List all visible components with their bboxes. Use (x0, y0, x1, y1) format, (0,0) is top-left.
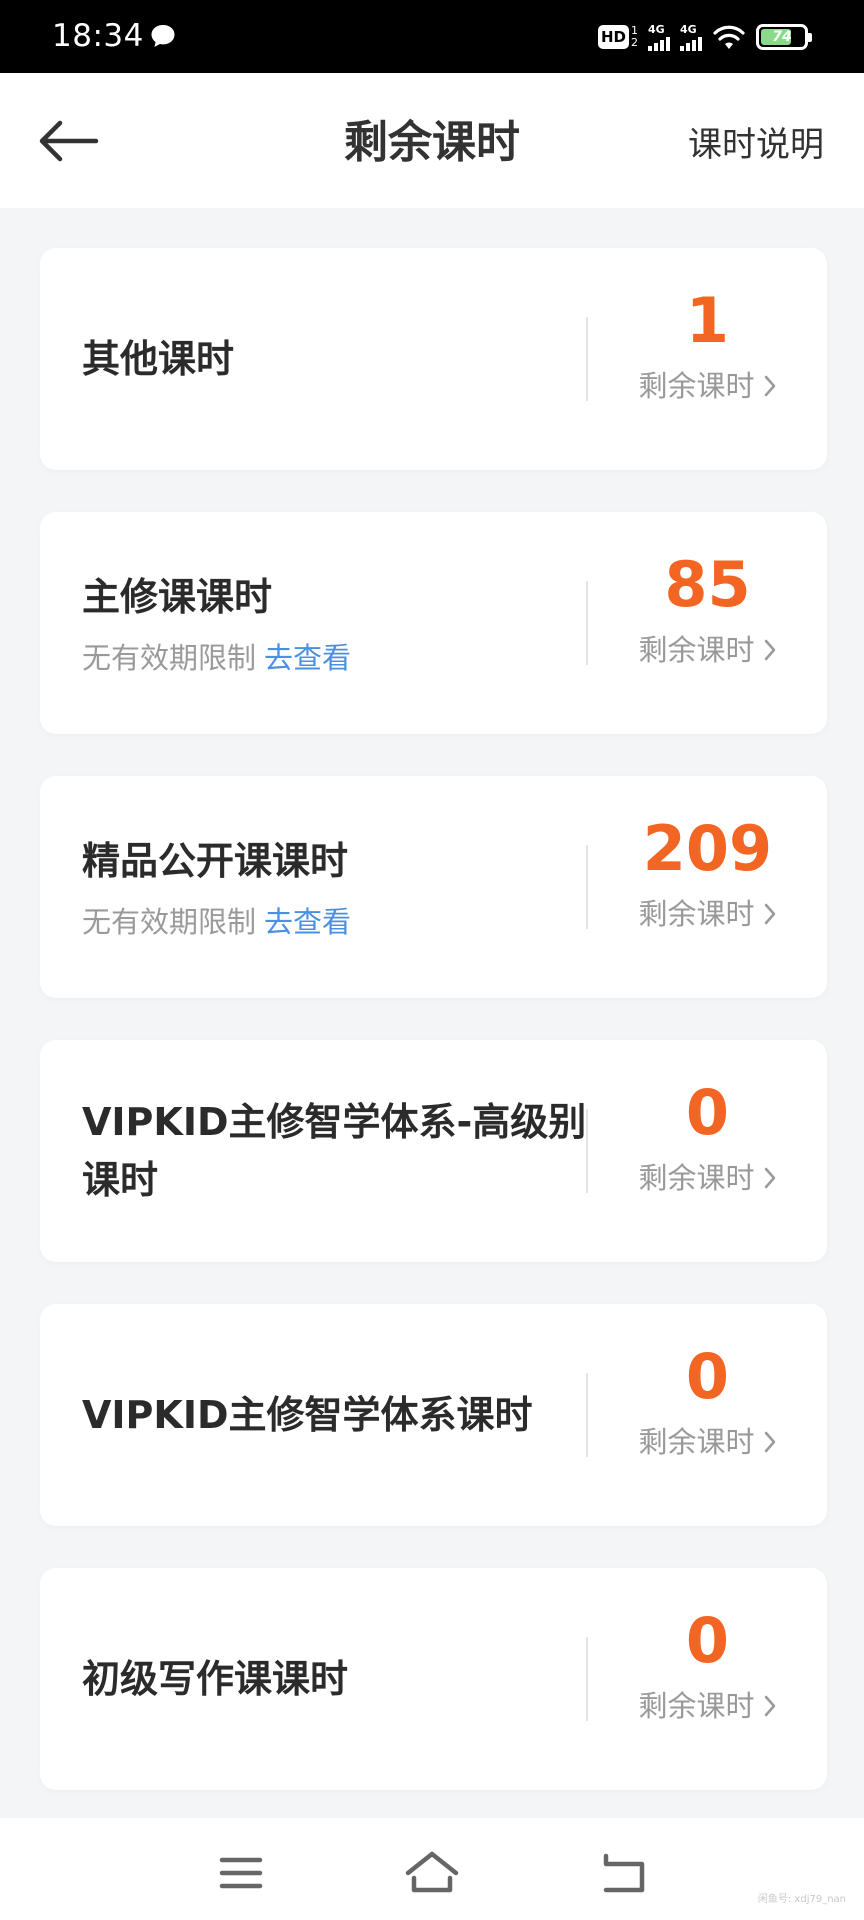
remaining-count: 0 (685, 1076, 730, 1149)
chevron-right-icon (764, 375, 775, 397)
card-info: VIPKID主修智学体系-高级别课时 (82, 1040, 622, 1262)
battery-tip (808, 33, 812, 42)
validity-text: 无有效期限制 (82, 905, 257, 939)
chevron-right-icon (764, 1431, 775, 1453)
recent-apps-button[interactable] (210, 1848, 270, 1898)
card-public-class-hours[interactable]: 精品公开课课时 无有效期限制 去查看 209 剩余课时 (40, 776, 827, 998)
remaining-label-link[interactable]: 剩余课时 (638, 1158, 776, 1198)
hd-label: HD (597, 25, 629, 49)
remaining-label-link[interactable]: 剩余课时 (638, 630, 776, 670)
remaining-label-link[interactable]: 剩余课时 (638, 1422, 776, 1462)
chevron-right-icon (764, 1695, 775, 1717)
card-title: 初级写作课课时 (82, 1657, 349, 1701)
card-title: 精品公开课课时 (82, 839, 349, 883)
remaining-label-link[interactable]: 剩余课时 (638, 894, 776, 934)
card-validity: 无有效期限制 去查看 (82, 638, 622, 678)
page-header: 剩余课时 课时说明 (0, 73, 864, 208)
card-count-block[interactable]: 1 剩余课时 (588, 288, 827, 406)
view-link[interactable]: 去查看 (264, 641, 351, 675)
validity-text: 无有效期限制 (82, 641, 257, 675)
chevron-right-icon (764, 903, 775, 925)
card-info: 主修课课时 无有效期限制 去查看 (82, 512, 622, 734)
hd-bottom: 2 (631, 36, 638, 49)
card-title: VIPKID主修智学体系-高级别课时 (82, 1100, 587, 1202)
status-time: 18:34 (52, 18, 144, 54)
card-info: 其他课时 (82, 248, 622, 470)
lesson-hours-help-link[interactable]: 课时说明 (688, 123, 824, 167)
card-main-course-hours[interactable]: 主修课课时 无有效期限制 去查看 85 剩余课时 (40, 512, 827, 734)
status-icons: HD 1 2 4G 4G 74 (597, 20, 812, 54)
battery-level: 74 (772, 29, 792, 45)
remaining-label: 剩余课时 (638, 633, 755, 667)
remaining-label: 剩余课时 (638, 897, 755, 931)
status-bar: 18:34 HD 1 2 4G 4G 74 (0, 0, 864, 73)
remaining-label: 剩余课时 (638, 1425, 755, 1459)
card-other-hours[interactable]: 其他课时 1 剩余课时 (40, 248, 827, 470)
remaining-label: 剩余课时 (638, 1161, 755, 1195)
card-count-block[interactable]: 85 剩余课时 (588, 552, 827, 670)
remaining-label-link[interactable]: 剩余课时 (638, 1686, 776, 1726)
signal-4g-icon-1: 4G (648, 24, 670, 51)
battery-icon: 74 (756, 24, 812, 50)
chevron-right-icon (764, 639, 775, 661)
card-info: 精品公开课课时 无有效期限制 去查看 (82, 776, 622, 998)
card-info: 初级写作课课时 (82, 1568, 622, 1790)
chevron-right-icon (764, 1167, 775, 1189)
card-advanced-system-hours[interactable]: VIPKID主修智学体系-高级别课时 0 剩余课时 (40, 1040, 827, 1262)
remaining-count: 85 (664, 548, 751, 621)
card-count-block[interactable]: 0 剩余课时 (588, 1344, 827, 1462)
remaining-count: 0 (685, 1340, 730, 1413)
remaining-label: 剩余课时 (638, 1689, 755, 1723)
system-nav-bar: 闲鱼号: xdj79_nan (0, 1818, 864, 1920)
card-validity: 无有效期限制 去查看 (82, 902, 622, 942)
back-nav-button[interactable] (594, 1848, 654, 1898)
home-button[interactable] (402, 1848, 462, 1898)
card-title: 其他课时 (82, 337, 235, 381)
card-writing-hours[interactable]: 初级写作课课时 0 剩余课时 (40, 1568, 827, 1790)
back-nav-icon (603, 1853, 645, 1893)
card-title: 主修课课时 (82, 575, 273, 619)
card-count-block[interactable]: 0 剩余课时 (588, 1080, 827, 1198)
remaining-count: 0 (685, 1604, 730, 1677)
card-info: VIPKID主修智学体系课时 (82, 1304, 622, 1526)
watermark: 闲鱼号: xdj79_nan (757, 1894, 846, 1905)
remaining-count: 209 (642, 812, 773, 885)
remaining-count: 1 (685, 284, 730, 357)
hd-sim-indicator: 1 2 (631, 25, 638, 49)
home-icon (405, 1851, 459, 1893)
remaining-label: 剩余课时 (638, 369, 755, 403)
signal-4g-icon-2: 4G (680, 24, 702, 51)
hd-voice-icon: HD 1 2 (597, 25, 638, 49)
remaining-label-link[interactable]: 剩余课时 (638, 366, 776, 406)
menu-icon (219, 1857, 263, 1889)
card-count-block[interactable]: 0 剩余课时 (588, 1608, 827, 1726)
card-title: VIPKID主修智学体系课时 (82, 1393, 533, 1437)
card-system-hours[interactable]: VIPKID主修智学体系课时 0 剩余课时 (40, 1304, 827, 1526)
card-count-block[interactable]: 209 剩余课时 (588, 816, 827, 934)
signal-label-1: 4G (648, 22, 665, 36)
signal-label-2: 4G (680, 22, 697, 36)
wifi-icon (713, 25, 745, 49)
chat-bubble-icon (151, 25, 175, 47)
view-link[interactable]: 去查看 (264, 905, 351, 939)
